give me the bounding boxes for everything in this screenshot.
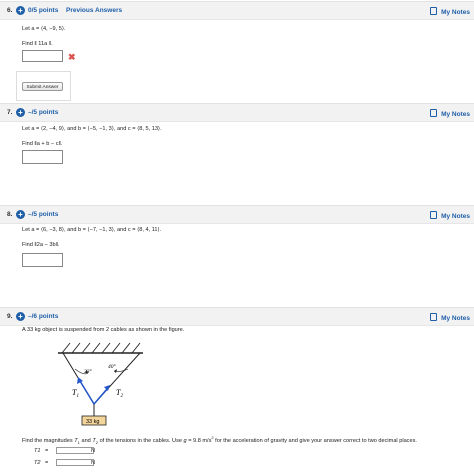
my-notes-link[interactable]: My Notes bbox=[430, 211, 470, 220]
mass-label: 33 kg bbox=[86, 419, 99, 425]
question-text: Let a = ⟨6, −3, 8⟩, and b = ⟨−7, −1, 3⟩,… bbox=[22, 227, 162, 233]
notes-icon bbox=[430, 7, 438, 15]
notes-icon bbox=[430, 211, 438, 219]
expand-plus-icon[interactable]: + bbox=[16, 5, 25, 15]
question-number: 9. bbox=[7, 313, 13, 320]
question-prompt: Find ‖2a − 3b‖. bbox=[22, 242, 60, 248]
t1-row-label: T1 bbox=[34, 448, 41, 454]
angle-right-label: 40° bbox=[108, 363, 117, 370]
t2-row-label: T2 bbox=[34, 460, 41, 466]
question-prompt: Find ‖ 11a ‖. bbox=[22, 41, 53, 47]
question-text: Let a = ⟨2, −4, 9⟩, and b = ⟨−5, −1, 3⟩,… bbox=[22, 126, 162, 132]
question-number: 6. bbox=[7, 7, 13, 14]
question-8: 8. + –/5 points My Notes Let a = ⟨6, −3,… bbox=[0, 205, 474, 303]
answer-input[interactable] bbox=[22, 150, 63, 164]
t1-arrow bbox=[79, 380, 95, 405]
question-6: 6. + 0/5 points Previous Answers My Note… bbox=[0, 0, 474, 101]
t2-label: T2 bbox=[116, 388, 123, 399]
t2-arrow bbox=[93, 388, 108, 405]
question-8-header: 8. + –/5 points My Notes bbox=[0, 205, 474, 224]
notes-icon bbox=[430, 313, 438, 321]
submit-answer-button[interactable]: Submit Answer bbox=[22, 82, 63, 91]
question-6-header: 6. + 0/5 points Previous Answers My Note… bbox=[0, 1, 474, 20]
question-7: 7. + –/5 points My Notes Let a = ⟨2, −4,… bbox=[0, 103, 474, 203]
my-notes-label: My Notes bbox=[441, 213, 470, 220]
equals-sign: = bbox=[45, 460, 49, 466]
question-number: 7. bbox=[7, 109, 13, 116]
t1-label: T1 bbox=[72, 388, 79, 399]
unit-label: N bbox=[91, 448, 96, 454]
t1-arrowhead bbox=[77, 377, 83, 384]
expand-plus-icon[interactable]: + bbox=[16, 107, 25, 117]
answer-input[interactable] bbox=[22, 253, 63, 267]
t1-row-text: T1 bbox=[34, 448, 41, 454]
unit-label: N bbox=[91, 460, 96, 466]
t2-row-text: T2 bbox=[34, 460, 41, 466]
question-7-header: 7. + –/5 points My Notes bbox=[0, 103, 474, 122]
my-notes-link[interactable]: My Notes bbox=[430, 109, 470, 118]
t1-input[interactable] bbox=[56, 447, 94, 454]
my-notes-label: My Notes bbox=[441, 9, 470, 16]
expand-plus-icon[interactable]: + bbox=[16, 311, 25, 321]
points-link[interactable]: 0/5 points bbox=[28, 7, 58, 14]
angle-left-label: 33° bbox=[83, 368, 93, 375]
ceiling-hatch bbox=[61, 342, 141, 354]
equals-sign: = bbox=[45, 448, 49, 454]
incorrect-x-icon: ✖ bbox=[68, 52, 76, 62]
my-notes-link[interactable]: My Notes bbox=[430, 7, 470, 16]
my-notes-label: My Notes bbox=[441, 111, 470, 118]
my-notes-link[interactable]: My Notes bbox=[430, 313, 470, 322]
previous-answers-link[interactable]: Previous Answers bbox=[66, 7, 122, 14]
question-9: 9. + –/6 points My Notes A 33 kg object … bbox=[0, 307, 474, 475]
points-link[interactable]: –/6 points bbox=[28, 313, 58, 320]
points-link[interactable]: –/5 points bbox=[28, 109, 58, 116]
question-text: Let a = ⟨4, −9, 5⟩. bbox=[22, 26, 66, 32]
tension-figure: 33° 40° T1 T2 33 kg bbox=[58, 342, 143, 426]
my-notes-label: My Notes bbox=[441, 315, 470, 322]
question-instructions: Find the magnitudes T1 and T2 of the ten… bbox=[22, 435, 417, 445]
points-link[interactable]: –/5 points bbox=[28, 211, 58, 218]
question-prompt: Find ‖a + b − c‖. bbox=[22, 141, 63, 147]
question-9-header: 9. + –/6 points My Notes bbox=[0, 307, 474, 326]
t2-input[interactable] bbox=[56, 459, 94, 466]
expand-plus-icon[interactable]: + bbox=[16, 209, 25, 219]
answer-input[interactable] bbox=[22, 50, 63, 62]
notes-icon bbox=[430, 109, 438, 117]
question-number: 8. bbox=[7, 211, 13, 218]
